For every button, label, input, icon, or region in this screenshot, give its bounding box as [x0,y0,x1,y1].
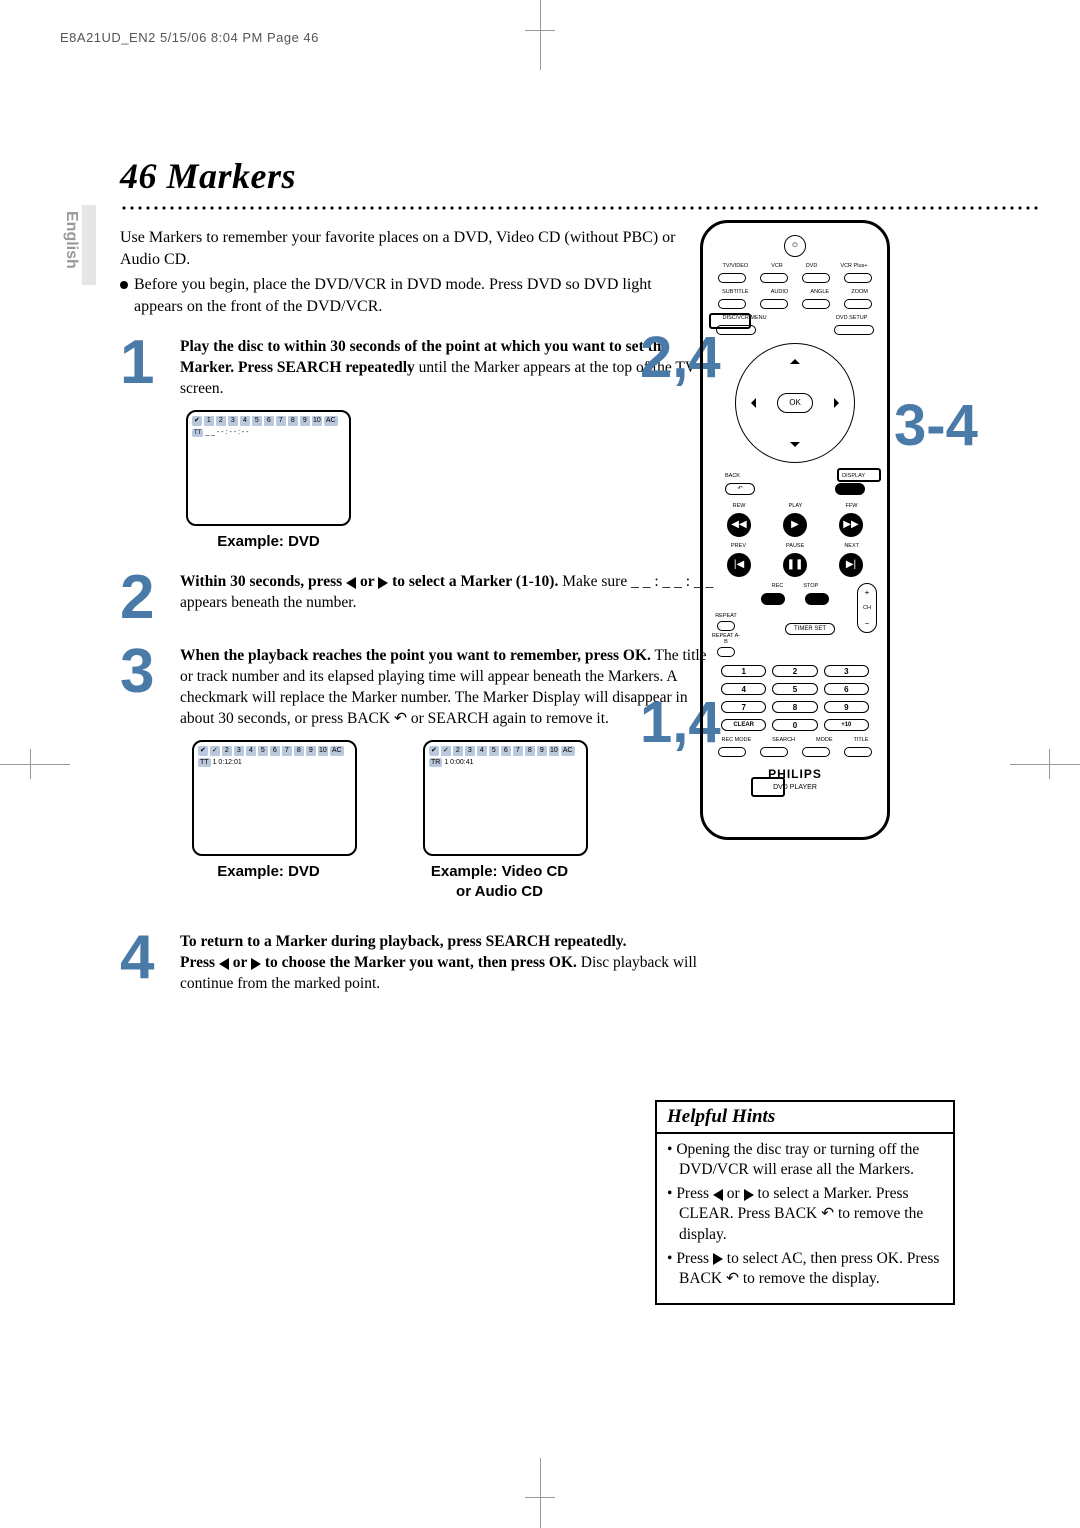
back-icon: ↶ [821,1205,834,1222]
numpad: 123 456 789 CLEAR0+10 [721,665,869,731]
example-label-3b-a: Example: Video CD [417,862,582,882]
step-1: 1 Play the disc to within 30 seconds of … [120,335,720,552]
step-number-4: 4 [120,930,180,995]
step-2-body: Within 30 seconds, press or to select a … [180,570,720,626]
crop-mark-bottom [540,1458,541,1528]
intro-text: Use Markers to remember your favorite pl… [120,227,680,270]
step-4: 4 To return to a Marker during playback,… [120,930,720,995]
step-1-body: Play the disc to within 30 seconds of th… [180,335,720,552]
power-icon: ⏻ [784,235,806,257]
step-number-1: 1 [120,335,180,552]
highlight-search [751,777,785,797]
step-2: 2 Within 30 seconds, press or to select … [120,570,720,626]
intro-bullet-text: Before you begin, place the DVD/VCR in D… [134,274,680,317]
step-3-body: When the playback reaches the point you … [180,644,720,902]
crop-mark-left [0,764,70,765]
ok-button: OK [777,393,813,413]
hint-1: Opening the disc tray or turning off the… [667,1140,943,1180]
osd-example-3b: ✔✓2345678910AC TR1 0:00:41 [423,740,588,856]
osd-example-1: ✔ 12345678910AC TT_ _ - - : - - : - - [186,410,351,526]
back-icon: ↶ [394,710,407,727]
highlight-discmenu [709,313,751,329]
hints-body: Opening the disc tray or turning off the… [657,1134,953,1303]
step-4-body: To return to a Marker during playback, p… [180,930,720,995]
example-label-3b-b: or Audio CD [417,882,582,902]
right-arrow-icon [744,1189,754,1201]
osd-example-3a: ✔✓2345678910AC TT1 0:12:01 [192,740,357,856]
step-number-3: 3 [120,644,180,902]
hints-title: Helpful Hints [657,1102,953,1134]
crop-mark-right [1010,764,1080,765]
highlight-display [837,468,881,482]
intro-bullet: Before you begin, place the DVD/VCR in D… [120,274,680,317]
language-tab: English [60,205,96,285]
hint-3: Press to select AC, then press OK. Press… [667,1249,943,1289]
step-number-2: 2 [120,570,180,626]
device-label: DVD PLAYER [711,784,879,791]
page: E8A21UD_EN2 5/15/06 8:04 PM Page 46 Engl… [0,0,1080,1528]
left-arrow-icon [713,1189,723,1201]
step-3: 3 When the playback reaches the point yo… [120,644,720,902]
dotted-divider [120,205,1040,211]
example-label-1: Example: DVD [186,532,351,552]
right-arrow-icon [713,1253,723,1265]
back-icon: ↶ [726,1270,739,1287]
bullet-icon [120,281,128,289]
intro-block: Use Markers to remember your favorite pl… [120,227,680,317]
helpful-hints-box: Helpful Hints Opening the disc tray or t… [655,1100,955,1305]
right-arrow-icon [378,577,388,589]
left-arrow-icon [219,958,229,970]
remote-diagram: ⏻ TV/VIDEOVCRDVDVCR Plus+ SUBTITLEAUDIOA… [700,220,890,840]
page-title-row: 46 Markers [120,155,1020,197]
dpad: OK [735,343,855,463]
hint-2: Press or to select a Marker. Press CLEAR… [667,1184,943,1244]
callout-34: 3-4 [894,400,978,452]
left-arrow-icon [346,577,356,589]
brand-label: PHILIPS [711,767,879,781]
channel-rocker: +CH− [857,583,877,633]
osd-check-icon: ✔ [192,416,202,425]
right-arrow-icon [251,958,261,970]
example-label-3a: Example: DVD [186,862,351,882]
page-title: 46 Markers [120,156,296,196]
crop-mark-top [540,0,541,70]
